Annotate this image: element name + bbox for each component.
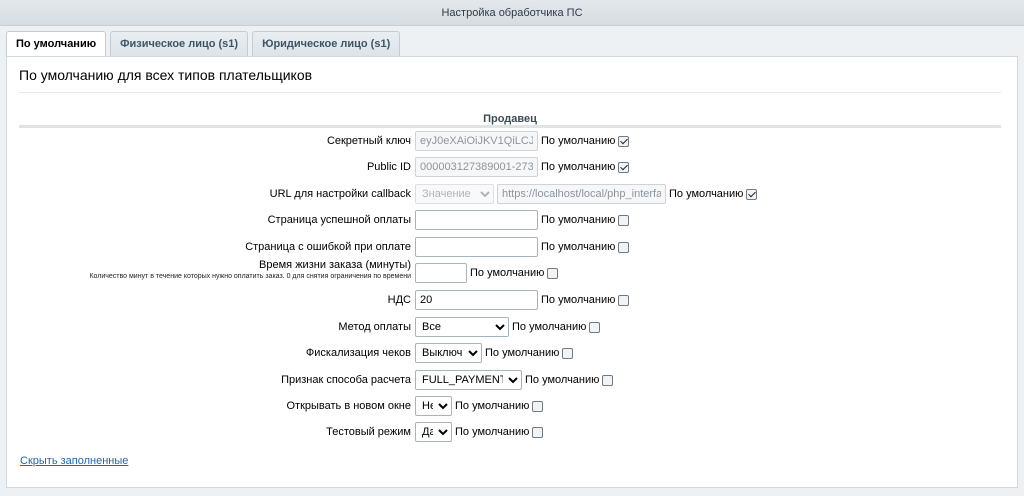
- default-checkbox[interactable]: [618, 135, 630, 147]
- row-vat: НДС По умолчанию: [7, 290, 1019, 310]
- default-label: По умолчанию: [512, 321, 587, 333]
- default-label: По умолчанию: [541, 214, 616, 226]
- fail-page-label: Страница с ошибкой при оплате: [245, 241, 411, 253]
- test-mode-label: Тестовый режим: [326, 426, 411, 438]
- row-public-id: Public ID По умолчанию: [7, 157, 1019, 177]
- fiscalization-select[interactable]: Выключить: [415, 343, 482, 363]
- order-lifetime-input[interactable]: [415, 263, 467, 283]
- tab-bar: По умолчанию Физическое лицо (s1) Юридич…: [6, 31, 401, 57]
- payment-method-label: Метод оплаты: [338, 321, 411, 333]
- row-payment-type: Признак способа расчета FULL_PAYMENT По …: [7, 370, 1019, 390]
- default-checkbox[interactable]: [547, 267, 559, 279]
- payment-method-select[interactable]: Все: [415, 317, 509, 337]
- row-test-mode: Тестовый режим Да По умолчанию: [7, 422, 1019, 442]
- default-label: По умолчанию: [485, 347, 560, 359]
- default-label: По умолчанию: [669, 188, 744, 200]
- default-label: По умолчанию: [541, 161, 616, 173]
- window-title: Настройка обработчика ПС: [0, 0, 1024, 26]
- payment-type-label: Признак способа расчета: [281, 374, 411, 386]
- row-new-window: Открывать в новом окне Нет По умолчанию: [7, 396, 1019, 416]
- hide-filled-link[interactable]: Скрыть заполненные: [20, 455, 128, 467]
- success-page-input[interactable]: [415, 210, 538, 230]
- row-payment-method: Метод оплаты Все По умолчанию: [7, 317, 1019, 337]
- fiscalization-label: Фискализация чеков: [305, 347, 411, 359]
- section-divider: [19, 125, 1001, 128]
- order-lifetime-hint: Количество минут в течение которых нужно…: [89, 273, 411, 280]
- order-lifetime-label: Время жизни заказа (минуты): [259, 259, 411, 271]
- default-checkbox[interactable]: [532, 426, 544, 438]
- default-label: По умолчанию: [541, 135, 616, 147]
- payment-type-select[interactable]: FULL_PAYMENT: [415, 370, 522, 390]
- row-secret-key: Секретный ключ По умолчанию: [7, 131, 1019, 151]
- default-checkbox[interactable]: [746, 188, 758, 200]
- vat-input[interactable]: [415, 290, 538, 310]
- callback-url-label: URL для настройки callback: [269, 188, 411, 200]
- public-id-input[interactable]: [415, 157, 538, 177]
- default-label: По умолчанию: [470, 267, 545, 279]
- success-page-label: Страница успешной оплаты: [267, 214, 411, 226]
- default-checkbox[interactable]: [589, 321, 601, 333]
- row-fiscalization: Фискализация чеков Выключить По умолчани…: [7, 343, 1019, 363]
- tab-individual[interactable]: Физическое лицо (s1): [110, 31, 249, 56]
- default-checkbox[interactable]: [618, 241, 630, 253]
- new-window-label: Открывать в новом окне: [286, 400, 411, 412]
- default-checkbox[interactable]: [618, 161, 630, 173]
- default-label: По умолчанию: [455, 400, 530, 412]
- secret-key-label: Секретный ключ: [326, 135, 411, 147]
- callback-url-input[interactable]: [497, 184, 666, 204]
- test-mode-select[interactable]: Да: [415, 422, 452, 442]
- callback-url-mode-select[interactable]: Значение: [415, 184, 494, 204]
- default-checkbox[interactable]: [618, 294, 630, 306]
- fail-page-input[interactable]: [415, 237, 538, 257]
- row-fail-page: Страница с ошибкой при оплате По умолчан…: [7, 237, 1019, 257]
- new-window-select[interactable]: Нет: [415, 396, 452, 416]
- tab-default[interactable]: По умолчанию: [6, 31, 107, 57]
- section-title: Продавец: [483, 113, 537, 125]
- secret-key-input[interactable]: [415, 131, 538, 151]
- row-success-page: Страница успешной оплаты По умолчанию: [7, 210, 1019, 230]
- panel-heading: По умолчанию для всех типов плательщиков: [19, 67, 313, 83]
- settings-panel: По умолчанию для всех типов плательщиков…: [6, 56, 1018, 488]
- order-lifetime-label-block: Время жизни заказа (минуты) Количество м…: [89, 259, 411, 281]
- tab-legal-entity[interactable]: Юридическое лицо (s1): [252, 31, 401, 56]
- default-label: По умолчанию: [541, 241, 616, 253]
- default-label: По умолчанию: [525, 374, 600, 386]
- bottom-strip: [0, 488, 1024, 496]
- default-label: По умолчанию: [455, 426, 530, 438]
- default-checkbox[interactable]: [602, 374, 614, 386]
- divider: [19, 92, 1001, 93]
- default-checkbox[interactable]: [618, 214, 630, 226]
- default-checkbox[interactable]: [532, 400, 544, 412]
- vat-label: НДС: [387, 294, 411, 306]
- default-label: По умолчанию: [541, 294, 616, 306]
- public-id-label: Public ID: [366, 161, 411, 173]
- row-callback-url: URL для настройки callback Значение По у…: [7, 184, 1019, 204]
- default-checkbox[interactable]: [562, 347, 574, 359]
- row-order-lifetime: Время жизни заказа (минуты) Количество м…: [7, 259, 1019, 283]
